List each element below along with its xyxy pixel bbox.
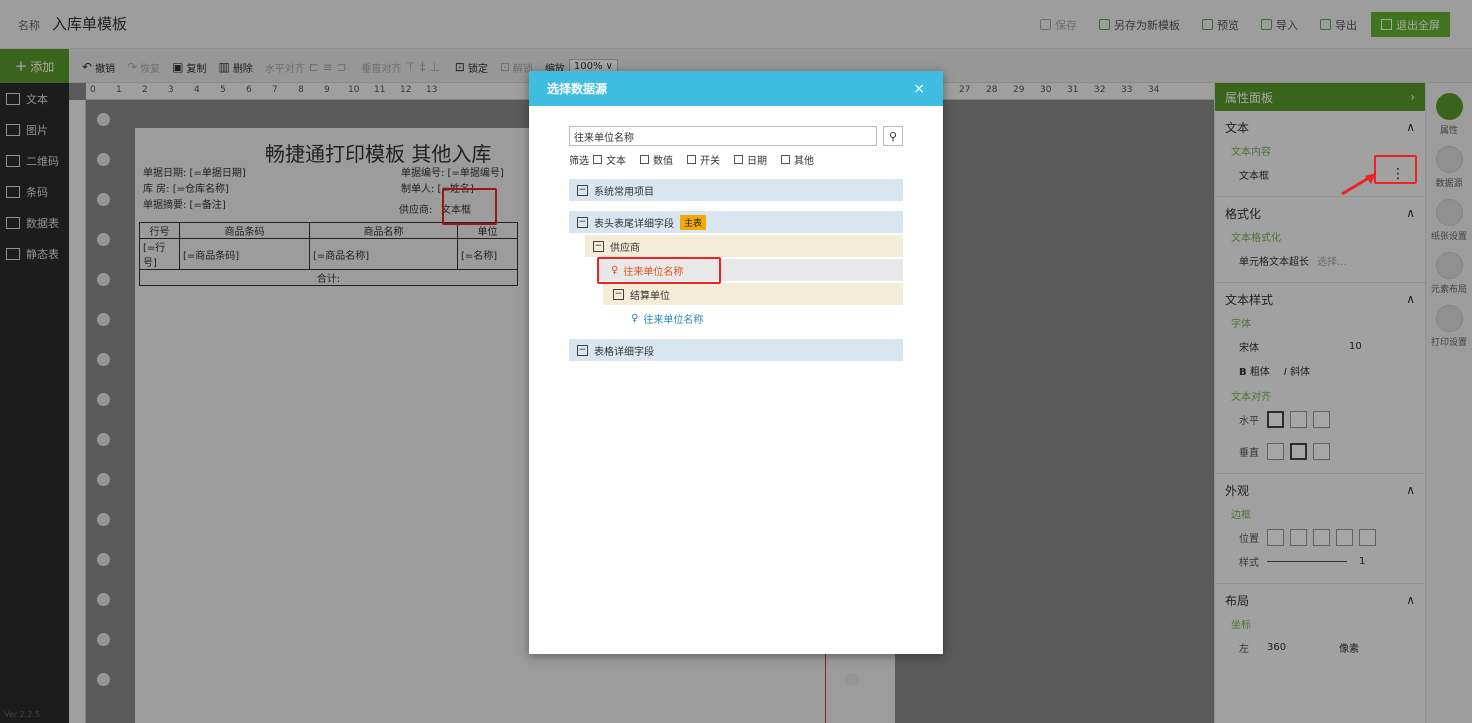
dialog-title: 选择数据源 xyxy=(547,82,608,96)
tree-node-settlement[interactable]: − 结算单位 xyxy=(603,283,903,305)
collapse-toggle-icon[interactable]: − xyxy=(577,344,588,356)
filter-text-checkbox[interactable]: 文本 xyxy=(593,152,626,167)
search-row: ⚲ xyxy=(569,126,903,146)
select-datasource-dialog: 选择数据源 × ⚲ 筛选 文本 数值 开关 日期 其他 −系统常用项目 −表头表… xyxy=(529,71,943,654)
search-input[interactable] xyxy=(569,126,877,146)
highlight-more-button xyxy=(1374,155,1417,184)
filter-switch-checkbox[interactable]: 开关 xyxy=(687,152,720,167)
main-table-badge: 主表 xyxy=(680,214,707,230)
filter-row: 筛选 文本 数值 开关 日期 其他 xyxy=(569,152,814,167)
filter-date-checkbox[interactable]: 日期 xyxy=(734,152,767,167)
collapse-toggle-icon[interactable]: − xyxy=(577,216,588,228)
tree-node-supplier[interactable]: − 供应商 xyxy=(585,235,903,257)
dialog-header: 选择数据源 × xyxy=(529,71,943,106)
highlight-field xyxy=(597,257,721,284)
collapse-toggle-icon[interactable]: − xyxy=(577,184,588,196)
search-icon: ⚲ xyxy=(888,129,898,143)
close-icon[interactable]: × xyxy=(913,81,925,97)
filter-number-checkbox[interactable]: 数值 xyxy=(640,152,673,167)
tree-node-system[interactable]: − 系统常用项目 xyxy=(569,179,903,201)
tree-leaf-settlement-name[interactable]: ♀ 往来单位名称 xyxy=(603,307,903,329)
search-button[interactable]: ⚲ xyxy=(883,126,903,146)
bulb-icon: ♀ xyxy=(631,312,639,324)
collapse-toggle-icon[interactable]: − xyxy=(593,240,604,252)
annotation-arrow xyxy=(1341,173,1376,196)
tree-node-table-detail[interactable]: − 表格详细字段 xyxy=(569,339,903,361)
tree-node-header-footer[interactable]: − 表头表尾详细字段 主表 xyxy=(569,211,903,233)
filter-other-checkbox[interactable]: 其他 xyxy=(781,152,814,167)
collapse-toggle-icon[interactable]: − xyxy=(613,288,624,300)
